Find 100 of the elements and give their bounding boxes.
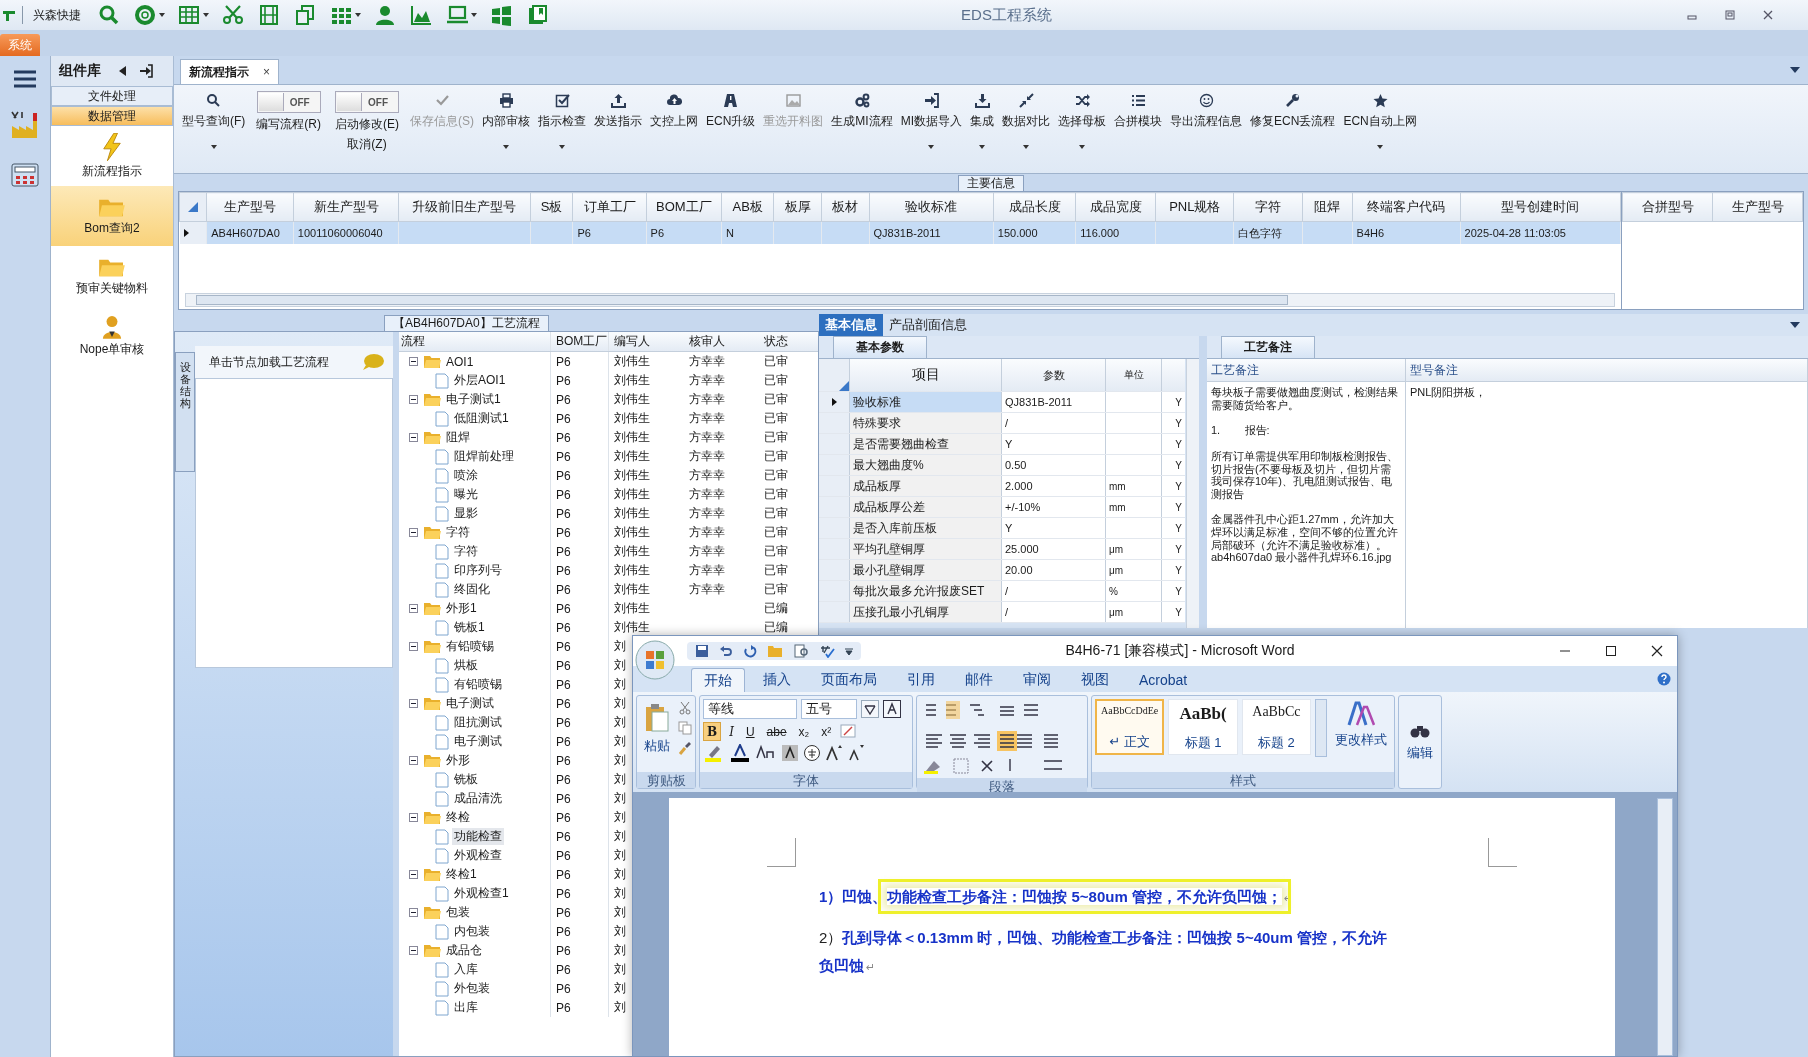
style-option[interactable]: AaBbCcDdEe ↵ 正文: [1095, 699, 1165, 755]
tree-node[interactable]: 电子测试1: [444, 391, 503, 408]
collapse-toggle-icon[interactable]: [409, 528, 418, 537]
collapse-toggle-icon[interactable]: [409, 699, 418, 708]
format-button[interactable]: abe: [762, 722, 791, 741]
column-header[interactable]: 项目: [850, 359, 1002, 391]
grow-font-icon[interactable]: [825, 744, 843, 762]
collapse-toggle-icon[interactable]: [409, 946, 418, 955]
tree-node[interactable]: 铣板1: [452, 619, 487, 636]
factory-icon[interactable]: [10, 110, 40, 140]
column-header[interactable]: 合拼型号: [1622, 192, 1713, 222]
font-color-icon[interactable]: [729, 744, 751, 762]
nav-group-button[interactable]: 数据管理: [51, 106, 173, 126]
enclosed-character-icon[interactable]: [803, 744, 821, 762]
ribbon-tab[interactable]: 插入: [751, 668, 803, 692]
tab[interactable]: 产品剖面信息: [883, 314, 973, 336]
tree-node[interactable]: 低阻测试1: [452, 410, 511, 427]
dropdown-icon[interactable]: [1790, 67, 1800, 73]
column-header[interactable]: 生产型号: [1712, 192, 1803, 222]
tree-node[interactable]: 字符: [444, 524, 472, 541]
table-row[interactable]: AB4H607DA0 10011060006040 P6 P6 N QJ831B-2011 150.000 116.000 白色字符 B4H6 2025-04-28 11:03:05: [179, 221, 1621, 244]
column-header[interactable]: 终端客户代码: [1352, 192, 1461, 222]
nav-item[interactable]: Nope单审核: [51, 306, 173, 366]
close-tab-button[interactable]: ×: [263, 65, 270, 79]
format-button[interactable]: I: [725, 722, 738, 741]
style-option[interactable]: AaBb( 标题 1: [1168, 699, 1238, 755]
column-header[interactable]: 成品长度: [993, 192, 1076, 222]
tree-node[interactable]: 铣板: [452, 771, 480, 788]
row-header[interactable]: [819, 392, 850, 412]
column-header[interactable]: 生产型号: [206, 192, 294, 222]
undo-icon[interactable]: [719, 644, 733, 658]
tree-node[interactable]: 成品清洗: [452, 790, 504, 807]
toolbar-button[interactable]: 指示检查: [534, 89, 590, 153]
close-icon[interactable]: [1651, 645, 1663, 657]
tree-node[interactable]: 终固化: [452, 581, 492, 598]
menu-icon[interactable]: [14, 70, 36, 88]
area-chart-icon[interactable]: [410, 4, 432, 26]
tree-node[interactable]: 终检1: [444, 866, 479, 883]
column-header[interactable]: 编写人: [609, 333, 684, 350]
tree-node[interactable]: 喷涂: [452, 467, 480, 484]
caret-icon[interactable]: [1023, 145, 1030, 149]
collapse-toggle-icon[interactable]: [409, 395, 418, 404]
help-icon[interactable]: [1657, 672, 1671, 686]
column-header[interactable]: 字符: [1233, 192, 1303, 222]
tab[interactable]: 基本信息: [819, 314, 883, 336]
caret-icon[interactable]: [928, 145, 935, 149]
redo-icon[interactable]: [743, 644, 757, 658]
tree-node[interactable]: 外包装: [452, 980, 492, 997]
caret-icon[interactable]: [979, 145, 986, 149]
vertical-scrollbar[interactable]: [1657, 798, 1673, 1056]
shrink-font-icon[interactable]: [847, 744, 865, 762]
toolbar-button[interactable]: 导出流程信息: [1166, 89, 1247, 134]
column-header[interactable]: S板: [530, 192, 573, 222]
toolbar-button[interactable]: ECN自动上网: [1339, 89, 1421, 153]
nav-item[interactable]: 新流程指示: [51, 126, 173, 186]
collapse-toggle-icon[interactable]: [409, 813, 418, 822]
collapse-toggle-icon[interactable]: [409, 604, 418, 613]
column-header[interactable]: 参数: [1002, 359, 1106, 391]
tree-node[interactable]: 阻抗测试: [452, 714, 504, 731]
collapse-icon[interactable]: [119, 66, 127, 76]
font-name-field[interactable]: 等线: [703, 699, 797, 719]
column-header[interactable]: 阻焊: [1302, 192, 1353, 222]
tree-node[interactable]: 阻焊前处理: [452, 448, 516, 465]
format-button[interactable]: x²: [817, 722, 836, 741]
ribbon-tab[interactable]: 开始: [691, 668, 745, 692]
toolbar-button[interactable]: 修复ECN丢流程: [1246, 89, 1340, 134]
tree-node[interactable]: 烘板: [452, 657, 480, 674]
collapse-toggle-icon[interactable]: [409, 357, 418, 366]
lifebuoy-icon[interactable]: [134, 4, 156, 26]
caret-icon[interactable]: [503, 145, 509, 149]
spelling-check-icon[interactable]: [819, 644, 835, 658]
tree-node[interactable]: 阻焊: [444, 429, 472, 446]
scissors-icon[interactable]: [222, 4, 244, 26]
tree-node[interactable]: 显影: [452, 505, 480, 522]
copy-icon[interactable]: [294, 4, 316, 26]
caret-icon[interactable]: [471, 13, 477, 17]
ribbon-tab[interactable]: 审阅: [1011, 668, 1063, 692]
character-border-icon[interactable]: [883, 700, 901, 718]
window-tiles-icon[interactable]: [490, 4, 512, 26]
tree-node[interactable]: 外观检查1: [452, 885, 511, 902]
tree-node[interactable]: 包装: [444, 904, 472, 921]
tab[interactable]: 基本参数: [833, 336, 927, 358]
collapse-toggle-icon[interactable]: [409, 870, 418, 879]
caret-icon[interactable]: [559, 145, 565, 149]
toolbar-button[interactable]: 数据对比: [998, 89, 1055, 153]
column-header[interactable]: PNL规格: [1155, 192, 1234, 222]
collapse-toggle-icon[interactable]: [409, 756, 418, 765]
style-option[interactable]: AaBbCc 标题 2: [1241, 699, 1312, 755]
toolbar-button[interactable]: 选择母板: [1054, 89, 1111, 153]
dropdown-icon[interactable]: [1790, 322, 1800, 328]
nav-item[interactable]: Bom查询2: [51, 186, 173, 246]
toolbar-button[interactable]: 内部审核: [478, 89, 534, 153]
save-icon[interactable]: [695, 644, 709, 658]
book-icon[interactable]: [526, 4, 548, 26]
caret-icon[interactable]: [1377, 145, 1384, 149]
tab[interactable]: 工艺备注: [1221, 336, 1315, 358]
toolbar-button[interactable]: 发送指示: [590, 89, 646, 134]
column-header[interactable]: BOM工厂: [646, 192, 722, 222]
vertical-scrollbar[interactable]: [1186, 359, 1199, 628]
tree-node[interactable]: 外形: [444, 752, 472, 769]
